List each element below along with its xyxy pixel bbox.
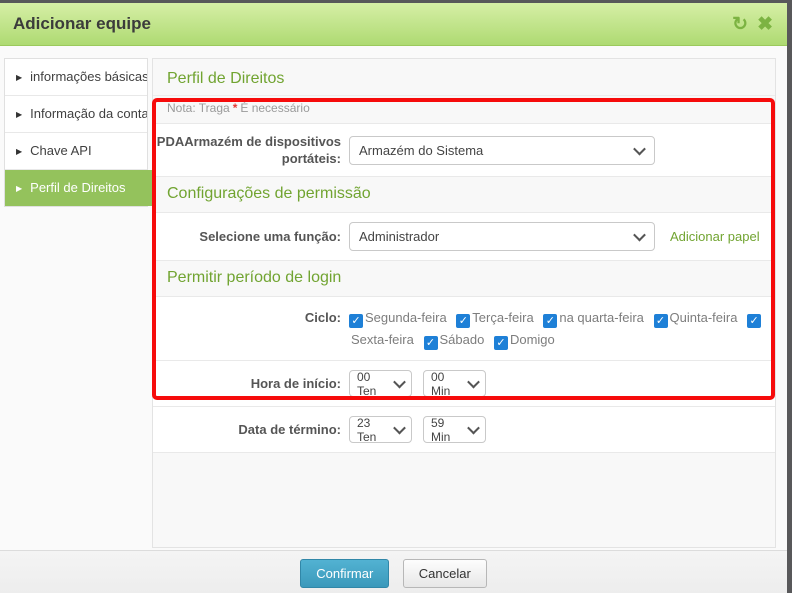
- weekday-label: Segunda-feira: [365, 310, 447, 325]
- end-hour-value: 23 Ten: [357, 415, 377, 444]
- cycle-label: Ciclo:: [304, 310, 341, 325]
- login-period-heading: Permitir período de login: [167, 269, 342, 286]
- weekday-label: Sábado: [439, 332, 485, 347]
- page-background-top-edge: [0, 0, 792, 3]
- role-row: Selecione uma função: Administrador Adic…: [153, 212, 775, 261]
- weekday-checkbox[interactable]: ✓: [493, 336, 508, 350]
- cancel-button[interactable]: Cancelar: [402, 559, 487, 588]
- start-hour-value: 00 Ten: [357, 369, 377, 398]
- weekday-label: Terça-feira: [472, 310, 534, 325]
- role-label: Selecione uma função:: [199, 229, 341, 244]
- permission-settings-heading: Configurações de permissão: [167, 185, 371, 202]
- close-icon[interactable]: ✖: [757, 15, 773, 34]
- end-time-label: Data de término:: [238, 422, 341, 437]
- pda-warehouse-select-value: Armazém do Sistema: [359, 142, 484, 158]
- role-select[interactable]: Administrador: [349, 222, 655, 251]
- modal-header: Adicionar equipe ↻ ✖: [0, 3, 787, 46]
- weekday-checkbox[interactable]: ✓: [747, 314, 762, 328]
- weekday-label: Sexta-feira: [351, 332, 414, 347]
- chevron-down-icon: [633, 228, 646, 242]
- weekday-label: Domigo: [509, 332, 555, 347]
- role-select-value: Administrador: [359, 229, 440, 244]
- sidebar-item-perfil-de-direitos[interactable]: ▶ Perfil de Direitos: [5, 170, 176, 206]
- weekday-checkbox[interactable]: ✓: [349, 314, 363, 328]
- chevron-down-icon: [393, 421, 406, 435]
- pda-warehouse-row: PDAArmazém de dispositivos portáteis: Ar…: [153, 123, 775, 177]
- weekday-checkbox[interactable]: ✓: [653, 314, 668, 328]
- caret-right-icon: ▶: [16, 73, 23, 82]
- end-minute-select[interactable]: 59 Min: [423, 415, 486, 444]
- chevron-down-icon: [467, 421, 480, 435]
- weekday-label: Quinta-feira: [669, 310, 738, 325]
- sidebar-item-label: informações básicas: [30, 69, 147, 84]
- add-role-link[interactable]: Adicionar papel: [670, 229, 760, 244]
- panel-title: Perfil de Direitos: [153, 59, 775, 96]
- refresh-icon[interactable]: ↻: [732, 15, 748, 34]
- sidebar-item-informacao-da-conta[interactable]: ▶ Informação da conta: [5, 96, 147, 133]
- sidebar-item-label: Informação da conta: [30, 106, 147, 121]
- weekday-checkbox[interactable]: ✓: [456, 314, 471, 328]
- start-minute-select[interactable]: 00 Min: [423, 369, 486, 398]
- sidebar-item-chave-api[interactable]: ▶ Chave API: [5, 133, 147, 170]
- rights-profile-panel: Perfil de Direitos Nota: Traga * É necessá…: [152, 58, 776, 548]
- pda-warehouse-select[interactable]: Armazém do Sistema: [349, 135, 655, 165]
- weekday-checkbox[interactable]: ✓: [543, 314, 558, 328]
- start-hour-select[interactable]: 00 Ten: [349, 369, 412, 398]
- modal-footer: Confirmar Cancelar: [0, 550, 787, 593]
- end-time-row: Data de término: 23 Ten 59 Min: [153, 406, 775, 453]
- caret-right-icon: ▶: [16, 110, 23, 119]
- weekday-checkbox-group: ✓ Segunda-feira ✓ Terça-feira ✓ na quarta-f…: [349, 306, 762, 351]
- required-note: Nota: Traga * É necessário: [153, 96, 775, 123]
- start-time-label: Hora de início:: [250, 376, 341, 391]
- sidebar-item-informacoes-basicas[interactable]: ▶ informações básicas: [5, 59, 147, 96]
- chevron-down-icon: [467, 375, 480, 389]
- note-prefix: Nota: Traga: [167, 101, 230, 115]
- end-hour-select[interactable]: 23 Ten: [349, 415, 412, 444]
- sidebar-item-label: Chave API: [30, 143, 92, 158]
- cycle-row: Ciclo: ✓ Segunda-feira ✓ Terça-feira ✓ na q…: [153, 296, 775, 361]
- caret-right-icon: ▶: [16, 184, 23, 193]
- note-suffix: É necessário: [240, 101, 310, 115]
- weekday-checkbox[interactable]: ✓: [423, 336, 438, 350]
- modal-title: Adicionar equipe: [13, 14, 151, 33]
- required-asterisk: *: [232, 101, 238, 115]
- pda-warehouse-label: PDAArmazém de dispositivos portáteis:: [156, 134, 341, 166]
- page-background-right-edge: [787, 0, 792, 593]
- start-time-row: Hora de início: 00 Ten 00 Min: [153, 360, 775, 407]
- header-icons: ↻ ✖: [732, 15, 773, 34]
- confirm-button[interactable]: Confirmar: [300, 559, 390, 588]
- sidebar-item-label: Perfil de Direitos: [30, 180, 126, 195]
- chevron-down-icon: [633, 142, 646, 155]
- end-minute-value: 59 Min: [431, 415, 451, 444]
- sidebar-nav: ▶ informações básicas ▶ Informação da conta…: [4, 58, 176, 207]
- chevron-down-icon: [393, 375, 406, 389]
- weekday-label: na quarta-feira: [559, 310, 644, 325]
- start-minute-value: 00 Min: [431, 369, 451, 398]
- caret-right-icon: ▶: [16, 147, 23, 156]
